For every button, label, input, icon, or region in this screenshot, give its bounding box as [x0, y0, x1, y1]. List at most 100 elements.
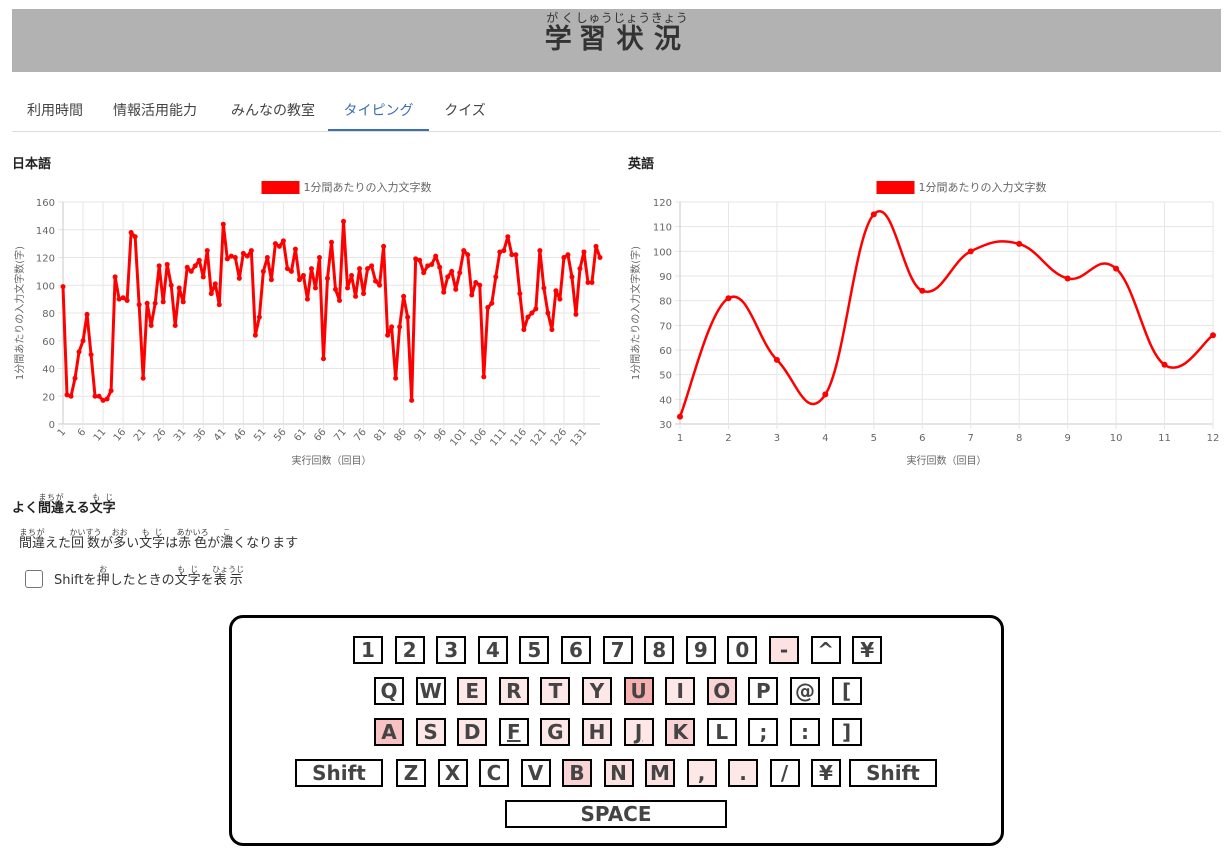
ja-chart-data-point — [393, 375, 399, 381]
ja-chart-x-tick-label: 36 — [192, 427, 209, 444]
ja-chart-data-point — [68, 393, 74, 399]
ja-chart-data-point — [549, 327, 555, 333]
ja-chart-data-point — [485, 304, 491, 310]
ja-chart-data-point — [357, 266, 363, 272]
ja-chart-data-point — [168, 282, 174, 288]
ja-chart-x-tick-label: 31 — [172, 427, 189, 444]
en-chart-data-point — [967, 248, 974, 255]
tab-everyone-classroom[interactable]: みんなの教室 — [217, 92, 329, 130]
ja-chart-data-point — [108, 388, 114, 394]
ja-chart-data-point — [493, 274, 499, 280]
ja-chart-data-point — [465, 252, 471, 258]
en-chart-x-tick-label: 6 — [919, 433, 925, 444]
mistakes-title-ruby: 文字もじ — [89, 493, 116, 516]
mistakes-title-text: よく — [12, 501, 39, 516]
mistakes-title-text: える — [64, 501, 90, 516]
ja-chart-x-tick-label: 6 — [76, 427, 89, 439]
ja-chart-y-tick-label: 0 — [49, 420, 55, 431]
ja-chart-y-tick-label: 140 — [36, 226, 55, 237]
english-typing-chart: 1分間あたりの入力文字数304050607080901001101201 2 3 4 5… — [629, 180, 1219, 467]
mistakes-desc-ruby: 多おお — [111, 528, 128, 551]
en-chart-y-tick-label: 80 — [659, 297, 672, 308]
shift-checkbox-label[interactable]: Shiftを押おしたときの文字もじを表示ひょうじ — [54, 565, 244, 588]
en-chart-y-tick-label: 110 — [653, 223, 672, 234]
ja-chart-x-tick-label: 56 — [272, 427, 289, 444]
en-chart-y-tick-label: 40 — [659, 395, 672, 406]
ja-chart-data-point — [345, 285, 351, 291]
ja-chart-data-point — [569, 274, 575, 280]
ja-chart-y-tick-label: 120 — [36, 254, 55, 265]
key-r0-12: ¥ — [852, 636, 883, 664]
key-r3-8: , — [686, 759, 717, 787]
ja-chart-data-point — [421, 270, 427, 276]
ja-chart-data-point — [541, 285, 547, 291]
key-r2-5: H — [582, 718, 612, 746]
shift-checkbox[interactable] — [25, 570, 43, 588]
key-shift-0: Shift — [295, 759, 383, 787]
ja-chart-data-point — [337, 298, 343, 304]
ja-chart-data-point — [148, 322, 154, 328]
tab-typing[interactable]: タイピング — [328, 92, 429, 131]
mistakes-desc-text: が — [207, 536, 221, 551]
ja-chart-data-point — [192, 263, 198, 269]
en-chart-x-tick-label: 11 — [1158, 433, 1171, 444]
ja-chart-data-point — [489, 300, 495, 306]
ja-chart-data-point — [565, 252, 571, 258]
ja-chart-data-point — [521, 327, 527, 333]
ja-chart-data-point — [252, 332, 258, 338]
page-header: 学がく習しゅう状じょう況きょう — [12, 9, 1221, 72]
ja-chart-x-tick-label: 71 — [332, 427, 349, 444]
ja-chart-data-point — [373, 278, 379, 284]
ja-chart-data-point — [220, 221, 226, 227]
key-r0-6: 7 — [602, 636, 633, 664]
key-r1-10: @ — [790, 677, 820, 705]
en-chart-y-tick-label: 90 — [659, 272, 672, 283]
ja-chart-data-point — [304, 296, 310, 302]
ja-chart-data-point — [96, 393, 102, 399]
ja-chart-data-point — [361, 291, 367, 297]
ja-chart-data-point — [292, 246, 298, 252]
page-title: 学がく習しゅう状じょう況きょう — [12, 11, 1221, 56]
ja-chart-data-point — [461, 248, 467, 254]
ja-chart-data-point — [316, 255, 322, 260]
key-r2-3: F — [498, 718, 529, 746]
ja-chart-data-point — [296, 277, 302, 283]
ja-chart-data-point — [276, 243, 282, 249]
ja-chart-y-tick-label: 20 — [42, 392, 55, 403]
ja-chart-data-point — [312, 285, 318, 291]
ja-chart-data-point — [88, 352, 94, 358]
shift-label-text: Shiftを — [54, 573, 97, 588]
frequent-mistakes-description: 間違まちがえた回数かいすうが多おおい文字もじは赤色あかいろが濃こくなります — [19, 528, 298, 551]
shift-label-text: したときの — [109, 573, 175, 588]
ja-chart-data-point — [369, 263, 375, 269]
en-chart-x-tick-label: 10 — [1110, 433, 1123, 444]
ja-chart-x-tick-label: 86 — [392, 427, 409, 444]
key-r3-1: Z — [396, 759, 426, 787]
ja-chart-data-point — [457, 270, 463, 276]
ja-chart-data-point — [72, 375, 78, 381]
key-r3-3: C — [479, 759, 509, 787]
ja-chart-data-point — [385, 332, 391, 338]
ja-chart-data-point — [505, 234, 511, 240]
page-title-ruby: 状じょう — [613, 11, 651, 55]
en-chart-y-tick-label: 100 — [653, 247, 672, 258]
key-r0-0: 1 — [353, 636, 383, 664]
key-r0-8: 9 — [685, 636, 716, 664]
ja-chart-x-tick-label: 111 — [488, 427, 509, 449]
key-r0-11: ^ — [810, 636, 841, 664]
en-chart-x-tick-label: 5 — [871, 433, 877, 444]
ja-chart-y-axis-title: 1分間あたりの入力文字数(字) — [13, 246, 26, 380]
en-chart-data-point — [1161, 361, 1168, 368]
ja-chart-data-point — [537, 248, 543, 254]
tab-information-literacy[interactable]: 情報活用能力 — [102, 92, 208, 130]
tab-quiz[interactable]: クイズ — [432, 92, 498, 130]
tab-usage-time[interactable]: 利用時間 — [13, 92, 97, 130]
ja-chart-y-tick-label: 80 — [42, 309, 55, 320]
en-chart-data-point — [919, 287, 926, 294]
key-r2-0: A — [374, 718, 404, 746]
ja-chart-data-point — [437, 264, 443, 270]
key-r1-4: T — [540, 677, 571, 705]
ja-chart-data-point — [256, 314, 262, 320]
key-r2-8: L — [706, 718, 737, 746]
ja-chart-data-point — [581, 249, 587, 255]
